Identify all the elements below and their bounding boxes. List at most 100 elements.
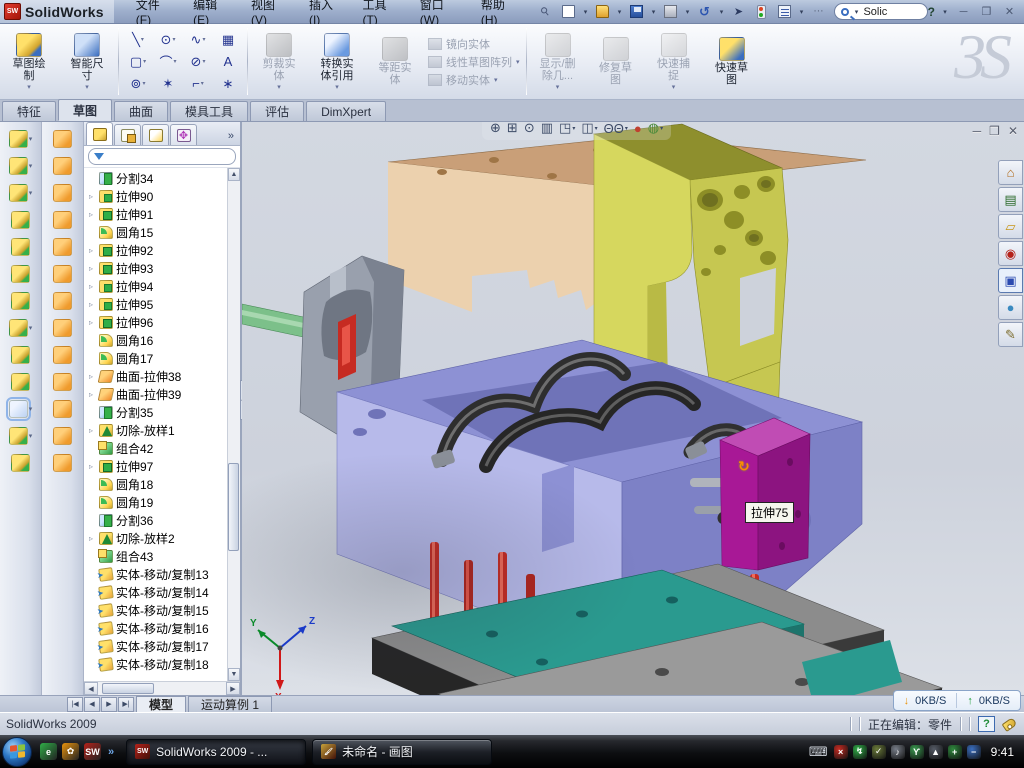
configurationmanager-tab[interactable] xyxy=(142,124,169,145)
appearances-button[interactable]: ● xyxy=(632,122,644,138)
line-tool-caret[interactable]: ▾ xyxy=(141,36,144,43)
print-icon[interactable] xyxy=(660,3,680,21)
tree-item[interactable]: ▹拉伸95 xyxy=(84,295,227,313)
menu-item-5[interactable]: 工具(T) xyxy=(352,0,409,23)
tab-first-button[interactable]: |◀ xyxy=(67,697,83,712)
scroll-up-arrow[interactable]: ▲ xyxy=(228,168,240,181)
search-input[interactable]: Solic xyxy=(863,6,887,18)
menu-item-1[interactable]: 文件(F) xyxy=(126,0,183,23)
tree-item[interactable]: 圆角15 xyxy=(84,223,227,241)
rectangle-tool-caret[interactable]: ▾ xyxy=(143,58,146,65)
expand-arrow-icon[interactable]: ▹ xyxy=(86,210,96,219)
view-orientation-button[interactable]: ◳▾ xyxy=(557,122,577,138)
zoom-area-button[interactable]: ⊞ xyxy=(505,122,520,138)
status-help-button[interactable]: ? xyxy=(978,716,995,732)
pin-icon[interactable]: ⚲ xyxy=(535,3,555,21)
scroll-right-arrow[interactable]: ▶ xyxy=(226,682,240,695)
doc-minimize-button[interactable]: ─ xyxy=(973,124,982,138)
tree-item[interactable]: 实体-移动/复制14 xyxy=(84,583,227,601)
featuremanager-tab[interactable] xyxy=(86,122,113,145)
shell-button[interactable] xyxy=(11,238,30,256)
tree-item[interactable]: 分割36 xyxy=(84,511,227,529)
file-explorer-tab[interactable]: ▱ xyxy=(998,214,1023,239)
tree-item[interactable]: ▹拉伸92 xyxy=(84,241,227,259)
tab-评估[interactable]: 评估 xyxy=(250,101,304,121)
untrim-surface-button[interactable] xyxy=(53,454,72,472)
arc-tool-button[interactable]: ⌒▾ xyxy=(153,51,183,73)
expand-arrow-icon[interactable]: ▹ xyxy=(86,426,96,435)
options-list-icon[interactable] xyxy=(774,3,794,21)
solidworks-quick-icon[interactable]: SW xyxy=(84,743,101,760)
tab-prev-button[interactable]: ◀ xyxy=(84,697,100,712)
tab-last-button[interactable]: ▶| xyxy=(118,697,134,712)
swept-surface-button[interactable] xyxy=(53,130,72,148)
sync-blocked-icon[interactable]: − xyxy=(967,745,981,759)
tree-item[interactable]: 实体-移动/复制17 xyxy=(84,637,227,655)
tab-模具工具[interactable]: 模具工具 xyxy=(170,101,248,121)
move-copy-body-caret[interactable]: ▾ xyxy=(29,405,33,413)
spline-tool-caret[interactable]: ▾ xyxy=(202,36,205,43)
line-tool-button[interactable]: ╲▾ xyxy=(123,29,153,51)
hide-show-items-caret[interactable]: ▾ xyxy=(625,125,628,132)
close-button[interactable]: ✕ xyxy=(1001,4,1018,19)
tree-item[interactable]: ▹拉伸91 xyxy=(84,205,227,223)
restore-button[interactable]: ❒ xyxy=(978,4,995,19)
tree-item[interactable]: ▹切除-放样1 xyxy=(84,421,227,439)
tab-next-button[interactable]: ▶ xyxy=(101,697,117,712)
zoom-fit-button[interactable]: ⊕ xyxy=(488,122,503,138)
model-tab-1[interactable]: 模型 xyxy=(136,696,186,712)
select-cursor-icon[interactable]: ➤ xyxy=(728,3,748,21)
hole-wizard-button[interactable] xyxy=(11,292,30,310)
design-library-tab[interactable]: ▤ xyxy=(998,187,1023,212)
solidworks-resources-tab[interactable]: ⌂ xyxy=(998,160,1023,185)
tree-item[interactable]: ▹切除-放样2 xyxy=(84,529,227,547)
scene-caret[interactable]: ▾ xyxy=(660,125,663,132)
thicken-button[interactable] xyxy=(53,373,72,391)
slot-tool-caret[interactable]: ▾ xyxy=(142,80,145,87)
expand-arrow-icon[interactable]: ▹ xyxy=(86,318,96,327)
spline-tool-button[interactable]: ∿▾ xyxy=(183,29,213,51)
menu-item-4[interactable]: 插入(I) xyxy=(299,0,353,23)
display-style-button[interactable]: ◫▾ xyxy=(579,122,599,138)
planar-surface-button[interactable] xyxy=(53,292,72,310)
move-copy-body-button[interactable]: ▾ xyxy=(9,400,33,418)
custom-properties-tab[interactable]: ✎ xyxy=(998,322,1023,347)
arc-tool-caret[interactable]: ▾ xyxy=(174,58,177,65)
extruded-cut-caret[interactable]: ▾ xyxy=(29,162,33,170)
tree-item[interactable]: 组合43 xyxy=(84,547,227,565)
keyboard-layout-icon[interactable]: ⌨ xyxy=(809,744,828,760)
extruded-boss-button[interactable]: ▾ xyxy=(9,130,33,148)
convert-entities-button[interactable]: 转换实 体引用▾ xyxy=(308,24,366,99)
graphics-viewport[interactable]: ⊕⊞⊙▥◳▾◫▾ΘΘ▾●◍▾ ─ ❒ ✕ ⌂▤▱◉▣●✎ ↻ 拉伸75 Y Z xyxy=(242,122,1024,695)
doc-restore-button[interactable]: ❒ xyxy=(989,124,1000,138)
scroll-left-arrow[interactable]: ◀ xyxy=(84,682,98,695)
expand-arrow-icon[interactable]: ▹ xyxy=(86,192,96,201)
view-palette-tab[interactable]: ▣ xyxy=(998,268,1023,293)
hscroll-thumb[interactable] xyxy=(102,683,154,694)
extruded-cut-button[interactable]: ▾ xyxy=(9,157,33,175)
help-button[interactable]: ? xyxy=(928,5,935,19)
tree-item[interactable]: 实体-移动/复制13 xyxy=(84,565,227,583)
smart-dimension-caret[interactable]: ▾ xyxy=(85,83,89,91)
combine-button[interactable] xyxy=(11,346,30,364)
network-warning-icon[interactable]: ▲ xyxy=(929,745,943,759)
expand-arrow-icon[interactable]: ▹ xyxy=(86,390,96,399)
extend-surface-button[interactable] xyxy=(53,319,72,337)
circle-tool-caret[interactable]: ▾ xyxy=(172,36,175,43)
panel-chevron-button[interactable]: » xyxy=(228,130,240,145)
tree-item[interactable]: ▹拉伸93 xyxy=(84,259,227,277)
sketch-fillet-tool-button[interactable]: ⌐▾ xyxy=(183,73,213,95)
tree-item[interactable]: 组合42 xyxy=(84,439,227,457)
search-box[interactable]: ▾ Solic xyxy=(834,3,927,20)
security-icon[interactable]: ✿ xyxy=(62,743,79,760)
deform-caret[interactable]: ▾ xyxy=(29,432,33,440)
fillet-caret[interactable]: ▾ xyxy=(29,189,33,197)
propertymanager-tab[interactable] xyxy=(114,124,141,145)
expand-arrow-icon[interactable]: ▹ xyxy=(86,462,96,471)
expand-arrow-icon[interactable]: ▹ xyxy=(86,282,96,291)
open-icon[interactable] xyxy=(592,3,612,21)
rectangle-tool-button[interactable]: ▢▾ xyxy=(123,51,153,73)
filled-surface-button[interactable] xyxy=(53,238,72,256)
menu-item-6[interactable]: 窗口(W) xyxy=(410,0,471,23)
sketch-pattern-tool-button[interactable]: ▦ xyxy=(213,29,243,51)
